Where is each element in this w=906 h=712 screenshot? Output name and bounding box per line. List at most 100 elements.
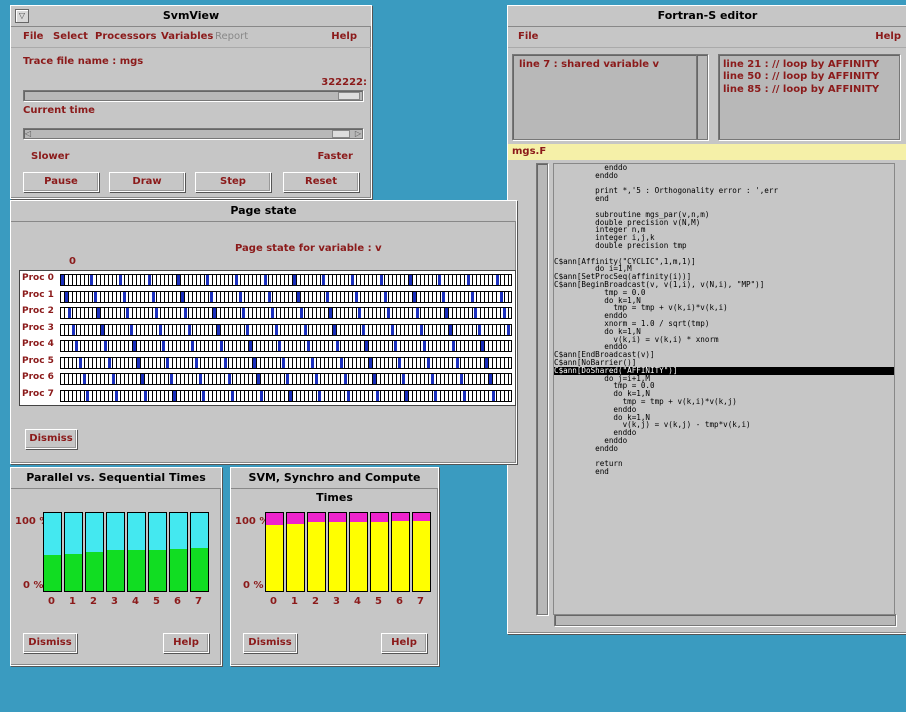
- trace-file-label: Trace file name : mgs: [23, 56, 144, 67]
- affinity-loop-list[interactable]: line 21 : // loop by AFFINITY line 50 : …: [718, 54, 900, 140]
- owned-page-mark: [158, 324, 162, 335]
- code-line[interactable]: end: [554, 195, 894, 203]
- svm-bar: [286, 512, 305, 592]
- list-item[interactable]: line 7 : shared variable v: [519, 59, 659, 70]
- owned-page-mark: [79, 357, 82, 368]
- list-item[interactable]: line 21 : // loop by AFFINITY: [723, 59, 879, 70]
- code-vertical-scrollbar[interactable]: [536, 163, 548, 615]
- x-tick-label: 5: [153, 596, 160, 607]
- svm-bar: [412, 512, 431, 592]
- owned-page-mark: [93, 291, 97, 302]
- owned-page-mark: [126, 308, 130, 318]
- slider-right-arrow-icon[interactable]: ▷: [355, 129, 361, 138]
- draw-button[interactable]: Draw: [109, 172, 185, 192]
- page-row: [60, 389, 512, 402]
- owned-page-mark: [470, 291, 474, 302]
- x-tick-label: 5: [375, 596, 382, 607]
- owned-page-mark: [496, 275, 499, 285]
- dismiss-button[interactable]: Dismiss: [243, 633, 297, 653]
- svm-bar: [370, 512, 389, 592]
- code-line[interactable]: end: [554, 468, 894, 476]
- owned-page-mark: [372, 374, 376, 384]
- menu-report[interactable]: Report: [215, 27, 248, 47]
- slider-handle[interactable]: [332, 130, 350, 138]
- pause-button[interactable]: Pause: [23, 172, 99, 192]
- owned-page-mark: [318, 390, 322, 401]
- page-row: [60, 323, 512, 336]
- menu-select[interactable]: Select: [53, 27, 88, 47]
- owned-page-mark: [456, 357, 459, 368]
- owned-page-mark: [198, 374, 202, 384]
- x-tick-label: 1: [291, 596, 298, 607]
- owned-page-mark: [242, 308, 246, 318]
- svm-bar-lower: [350, 522, 367, 591]
- owned-page-mark: [245, 324, 249, 335]
- list-item[interactable]: line 50 : // loop by AFFINITY: [723, 71, 879, 82]
- owned-page-mark: [438, 275, 441, 285]
- code-line[interactable]: enddo: [554, 444, 894, 453]
- owned-page-mark: [409, 275, 412, 285]
- owned-page-mark: [380, 275, 383, 285]
- menu-file[interactable]: File: [518, 27, 538, 47]
- left-list-scrollbar[interactable]: [696, 54, 708, 140]
- owned-page-mark: [119, 275, 122, 285]
- owned-page-mark: [358, 308, 362, 318]
- code-horizontal-scrollbar[interactable]: [554, 614, 896, 626]
- parallel-times-window: Parallel vs. Sequential Times 100 % 0 % …: [10, 467, 222, 666]
- y-axis-bottom-label: 0 %: [243, 580, 264, 591]
- svmview-menubar: File Select Processors Variables Report …: [11, 27, 371, 48]
- parallel-bar: [127, 512, 146, 592]
- filename-bar: mgs.F: [508, 144, 906, 160]
- parallel-bar: [64, 512, 83, 592]
- owned-page-mark: [216, 324, 220, 335]
- menu-file[interactable]: File: [23, 27, 43, 47]
- owned-page-mark: [340, 357, 343, 368]
- code-line[interactable]: double precision tmp: [554, 242, 894, 250]
- help-button[interactable]: Help: [163, 633, 209, 653]
- page-row: [60, 373, 512, 385]
- parallel-bar: [148, 512, 167, 592]
- menu-help[interactable]: Help: [875, 27, 901, 47]
- page-state-title: Page state: [11, 201, 516, 222]
- owned-page-mark: [173, 390, 177, 401]
- svm-bar-lower: [287, 523, 304, 591]
- owned-page-mark: [61, 275, 64, 285]
- owned-page-mark: [202, 390, 206, 401]
- owned-page-mark: [499, 291, 503, 302]
- menu-processors[interactable]: Processors: [95, 27, 157, 47]
- code-editor[interactable]: enddo enddo print *,'5 : Orthogonality e…: [553, 163, 895, 615]
- owned-page-mark: [187, 324, 191, 335]
- owned-page-mark: [383, 291, 387, 302]
- reset-button[interactable]: Reset: [283, 172, 359, 192]
- page-row: [60, 340, 512, 352]
- owned-page-mark: [441, 291, 445, 302]
- dismiss-button[interactable]: Dismiss: [25, 429, 77, 449]
- owned-page-mark: [427, 357, 430, 368]
- owned-page-mark: [329, 308, 333, 318]
- dismiss-button[interactable]: Dismiss: [23, 633, 77, 653]
- x-tick-label: 1: [69, 596, 76, 607]
- slider-left-arrow-icon[interactable]: ◁: [25, 129, 31, 138]
- owned-page-mark: [300, 308, 304, 318]
- menu-variables[interactable]: Variables: [161, 27, 213, 47]
- menu-help[interactable]: Help: [331, 27, 357, 47]
- owned-page-mark: [256, 374, 260, 384]
- speed-slider[interactable]: ◁ ▷: [23, 128, 363, 139]
- list-item[interactable]: line 85 : // loop by AFFINITY: [723, 84, 879, 95]
- shared-variable-list[interactable]: line 7 : shared variable v: [512, 54, 697, 140]
- step-button[interactable]: Step: [195, 172, 271, 192]
- owned-page-mark: [311, 357, 314, 368]
- owned-page-mark: [137, 357, 140, 368]
- code-line[interactable]: enddo: [554, 171, 894, 180]
- trace-progress-bar: [23, 90, 363, 101]
- proc-label: Proc 0: [22, 273, 54, 283]
- progress-handle[interactable]: [338, 92, 360, 100]
- owned-page-mark: [282, 357, 285, 368]
- help-button[interactable]: Help: [381, 633, 427, 653]
- owned-page-mark: [129, 324, 133, 335]
- page-row: [60, 274, 512, 286]
- window-menu-icon[interactable]: ▽: [15, 9, 29, 23]
- fortran-menubar: File Help: [508, 27, 906, 48]
- owned-page-mark: [459, 374, 463, 384]
- owned-page-mark: [419, 324, 423, 335]
